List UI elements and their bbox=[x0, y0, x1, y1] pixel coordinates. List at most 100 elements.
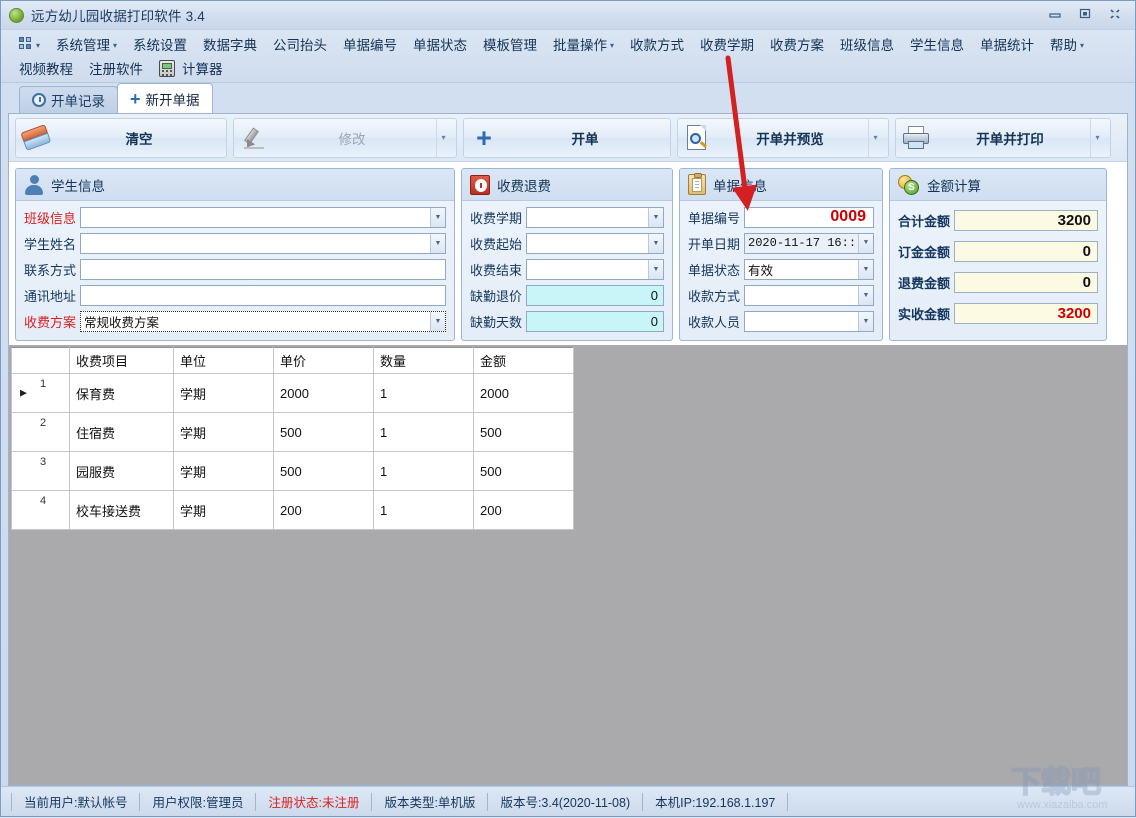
chevron-down-icon[interactable]: ▼ bbox=[858, 286, 873, 305]
cell-price[interactable]: 2000 bbox=[274, 374, 374, 413]
chevron-down-icon[interactable]: ▼ bbox=[648, 234, 663, 253]
table-row[interactable]: 3 园服费 学期 500 1 500 bbox=[12, 452, 574, 491]
menu-item-receipt-status[interactable]: 单据状态 bbox=[405, 32, 475, 56]
payment-method-select[interactable]: ▼ bbox=[744, 285, 874, 306]
row-header[interactable]: ▶ 1 bbox=[12, 374, 70, 413]
cell-qty[interactable]: 1 bbox=[374, 491, 474, 530]
create-receipt-label: 开单 bbox=[506, 128, 664, 148]
menu-bar: ▾ 系统管理 ▾ 系统设置 数据字典 公司抬头 单据编号 单据状态 模板管理 批… bbox=[1, 29, 1135, 83]
menu-item-grid[interactable]: ▾ bbox=[11, 35, 48, 53]
column-header-item[interactable]: 收费项目 bbox=[70, 348, 174, 374]
table-row[interactable]: ▶ 1 保育费 学期 2000 1 2000 bbox=[12, 374, 574, 413]
edit-split-chevron-down-icon[interactable]: ▾ bbox=[436, 119, 450, 157]
menu-item-video-tutorial[interactable]: 视频教程 bbox=[11, 56, 81, 80]
menu-item-register-software[interactable]: 注册软件 bbox=[81, 56, 151, 80]
cashier-select[interactable]: ▼ bbox=[744, 311, 874, 332]
fee-end-input[interactable]: ▼ bbox=[526, 259, 664, 280]
menu-item-calculator[interactable]: 计算器 bbox=[151, 56, 231, 80]
chevron-down-icon[interactable]: ▼ bbox=[858, 260, 873, 279]
minimize-button[interactable] bbox=[1041, 3, 1069, 25]
row-header[interactable]: 2 bbox=[12, 413, 70, 452]
menu-item-help[interactable]: 帮助 ▾ bbox=[1042, 32, 1092, 56]
menu-item-company-header[interactable]: 公司抬头 bbox=[265, 32, 335, 56]
receipt-date-input[interactable]: 2020-11-17 16:: ▼ bbox=[744, 233, 874, 254]
coins-icon: S bbox=[898, 175, 920, 195]
fee-plan-input[interactable]: 常规收费方案 ▼ bbox=[80, 311, 446, 332]
tab-new-receipt[interactable]: + 新开单据 bbox=[117, 83, 213, 113]
create-receipt-button[interactable]: + 开单 bbox=[463, 118, 671, 158]
row-header[interactable]: 3 bbox=[12, 452, 70, 491]
absence-refund-price-input[interactable]: 0 bbox=[526, 285, 664, 306]
cell-price[interactable]: 200 bbox=[274, 491, 374, 530]
row-header[interactable]: 4 bbox=[12, 491, 70, 530]
cell-price[interactable]: 500 bbox=[274, 452, 374, 491]
cell-amount[interactable]: 500 bbox=[474, 413, 574, 452]
menu-item-batch-operations[interactable]: 批量操作 ▾ bbox=[545, 32, 622, 56]
cell-unit[interactable]: 学期 bbox=[174, 452, 274, 491]
menu-item-receipt-statistics[interactable]: 单据统计 bbox=[972, 32, 1042, 56]
create-and-print-button[interactable]: 开单并打印 ▾ bbox=[895, 118, 1111, 158]
close-button[interactable] bbox=[1101, 3, 1129, 25]
address-input[interactable] bbox=[80, 285, 446, 306]
clear-button[interactable]: 清空 bbox=[15, 118, 227, 158]
column-header-qty[interactable]: 数量 bbox=[374, 348, 474, 374]
menu-item-system-management[interactable]: 系统管理 ▾ bbox=[48, 32, 125, 56]
received-amount-value: 3200 bbox=[954, 303, 1098, 324]
menu-label: 系统管理 bbox=[56, 34, 110, 54]
menu-item-student-info[interactable]: 学生信息 bbox=[902, 32, 972, 56]
cell-qty[interactable]: 1 bbox=[374, 374, 474, 413]
chevron-down-icon[interactable]: ▼ bbox=[430, 208, 445, 227]
create-and-preview-button[interactable]: 开单并预览 ▾ bbox=[677, 118, 889, 158]
cell-amount[interactable]: 200 bbox=[474, 491, 574, 530]
chevron-down-icon[interactable]: ▼ bbox=[648, 260, 663, 279]
cell-unit[interactable]: 学期 bbox=[174, 413, 274, 452]
print-split-chevron-down-icon[interactable]: ▾ bbox=[1090, 119, 1104, 157]
field-label: 单据状态 bbox=[688, 260, 740, 279]
edit-button[interactable]: 修改 ▾ bbox=[233, 118, 457, 158]
chevron-down-icon[interactable]: ▼ bbox=[648, 208, 663, 227]
chevron-down-icon[interactable]: ▼ bbox=[858, 234, 873, 253]
class-info-input[interactable]: ▼ bbox=[80, 207, 446, 228]
table-row[interactable]: 4 校车接送费 学期 200 1 200 bbox=[12, 491, 574, 530]
menu-item-system-settings[interactable]: 系统设置 bbox=[125, 32, 195, 56]
cell-qty[interactable]: 1 bbox=[374, 413, 474, 452]
column-header-amount[interactable]: 金额 bbox=[474, 348, 574, 374]
preview-split-chevron-down-icon[interactable]: ▾ bbox=[868, 119, 882, 157]
column-header-price[interactable]: 单价 bbox=[274, 348, 374, 374]
table-row[interactable]: 2 住宿费 学期 500 1 500 bbox=[12, 413, 574, 452]
menu-item-data-dictionary[interactable]: 数据字典 bbox=[195, 32, 265, 56]
tab-billing-records[interactable]: 开单记录 bbox=[19, 86, 118, 113]
chevron-down-icon[interactable]: ▼ bbox=[858, 312, 873, 331]
absence-days-input[interactable]: 0 bbox=[526, 311, 664, 332]
receipt-number-input[interactable]: 0009 bbox=[744, 207, 874, 228]
status-local-ip: 本机IP:192.168.1.197 bbox=[643, 793, 788, 811]
receipt-status-select[interactable]: 有效 ▼ bbox=[744, 259, 874, 280]
refund-amount-input[interactable]: 0 bbox=[954, 272, 1098, 293]
menu-item-template-management[interactable]: 模板管理 bbox=[475, 32, 545, 56]
menu-item-fee-term[interactable]: 收费学期 bbox=[692, 32, 762, 56]
cell-item[interactable]: 园服费 bbox=[70, 452, 174, 491]
cell-item[interactable]: 校车接送费 bbox=[70, 491, 174, 530]
chevron-down-icon[interactable]: ▼ bbox=[430, 234, 445, 253]
student-name-input[interactable]: ▼ bbox=[80, 233, 446, 254]
cell-item[interactable]: 住宿费 bbox=[70, 413, 174, 452]
fee-start-input[interactable]: ▼ bbox=[526, 233, 664, 254]
cell-qty[interactable]: 1 bbox=[374, 452, 474, 491]
fee-term-input[interactable]: ▼ bbox=[526, 207, 664, 228]
cell-item[interactable]: 保育费 bbox=[70, 374, 174, 413]
cell-price[interactable]: 500 bbox=[274, 413, 374, 452]
contact-input[interactable] bbox=[80, 259, 446, 280]
maximize-button[interactable] bbox=[1071, 3, 1099, 25]
deposit-amount-input[interactable]: 0 bbox=[954, 241, 1098, 262]
cell-unit[interactable]: 学期 bbox=[174, 491, 274, 530]
menu-item-class-info[interactable]: 班级信息 bbox=[832, 32, 902, 56]
cell-amount[interactable]: 2000 bbox=[474, 374, 574, 413]
chevron-down-icon[interactable]: ▼ bbox=[430, 312, 445, 331]
menu-item-receipt-number[interactable]: 单据编号 bbox=[335, 32, 405, 56]
cell-unit[interactable]: 学期 bbox=[174, 374, 274, 413]
cell-amount[interactable]: 500 bbox=[474, 452, 574, 491]
table-header-row: 收费项目 单位 单价 数量 金额 bbox=[12, 348, 574, 374]
column-header-unit[interactable]: 单位 bbox=[174, 348, 274, 374]
menu-item-fee-plan[interactable]: 收费方案 bbox=[762, 32, 832, 56]
menu-item-payment-method[interactable]: 收款方式 bbox=[622, 32, 692, 56]
